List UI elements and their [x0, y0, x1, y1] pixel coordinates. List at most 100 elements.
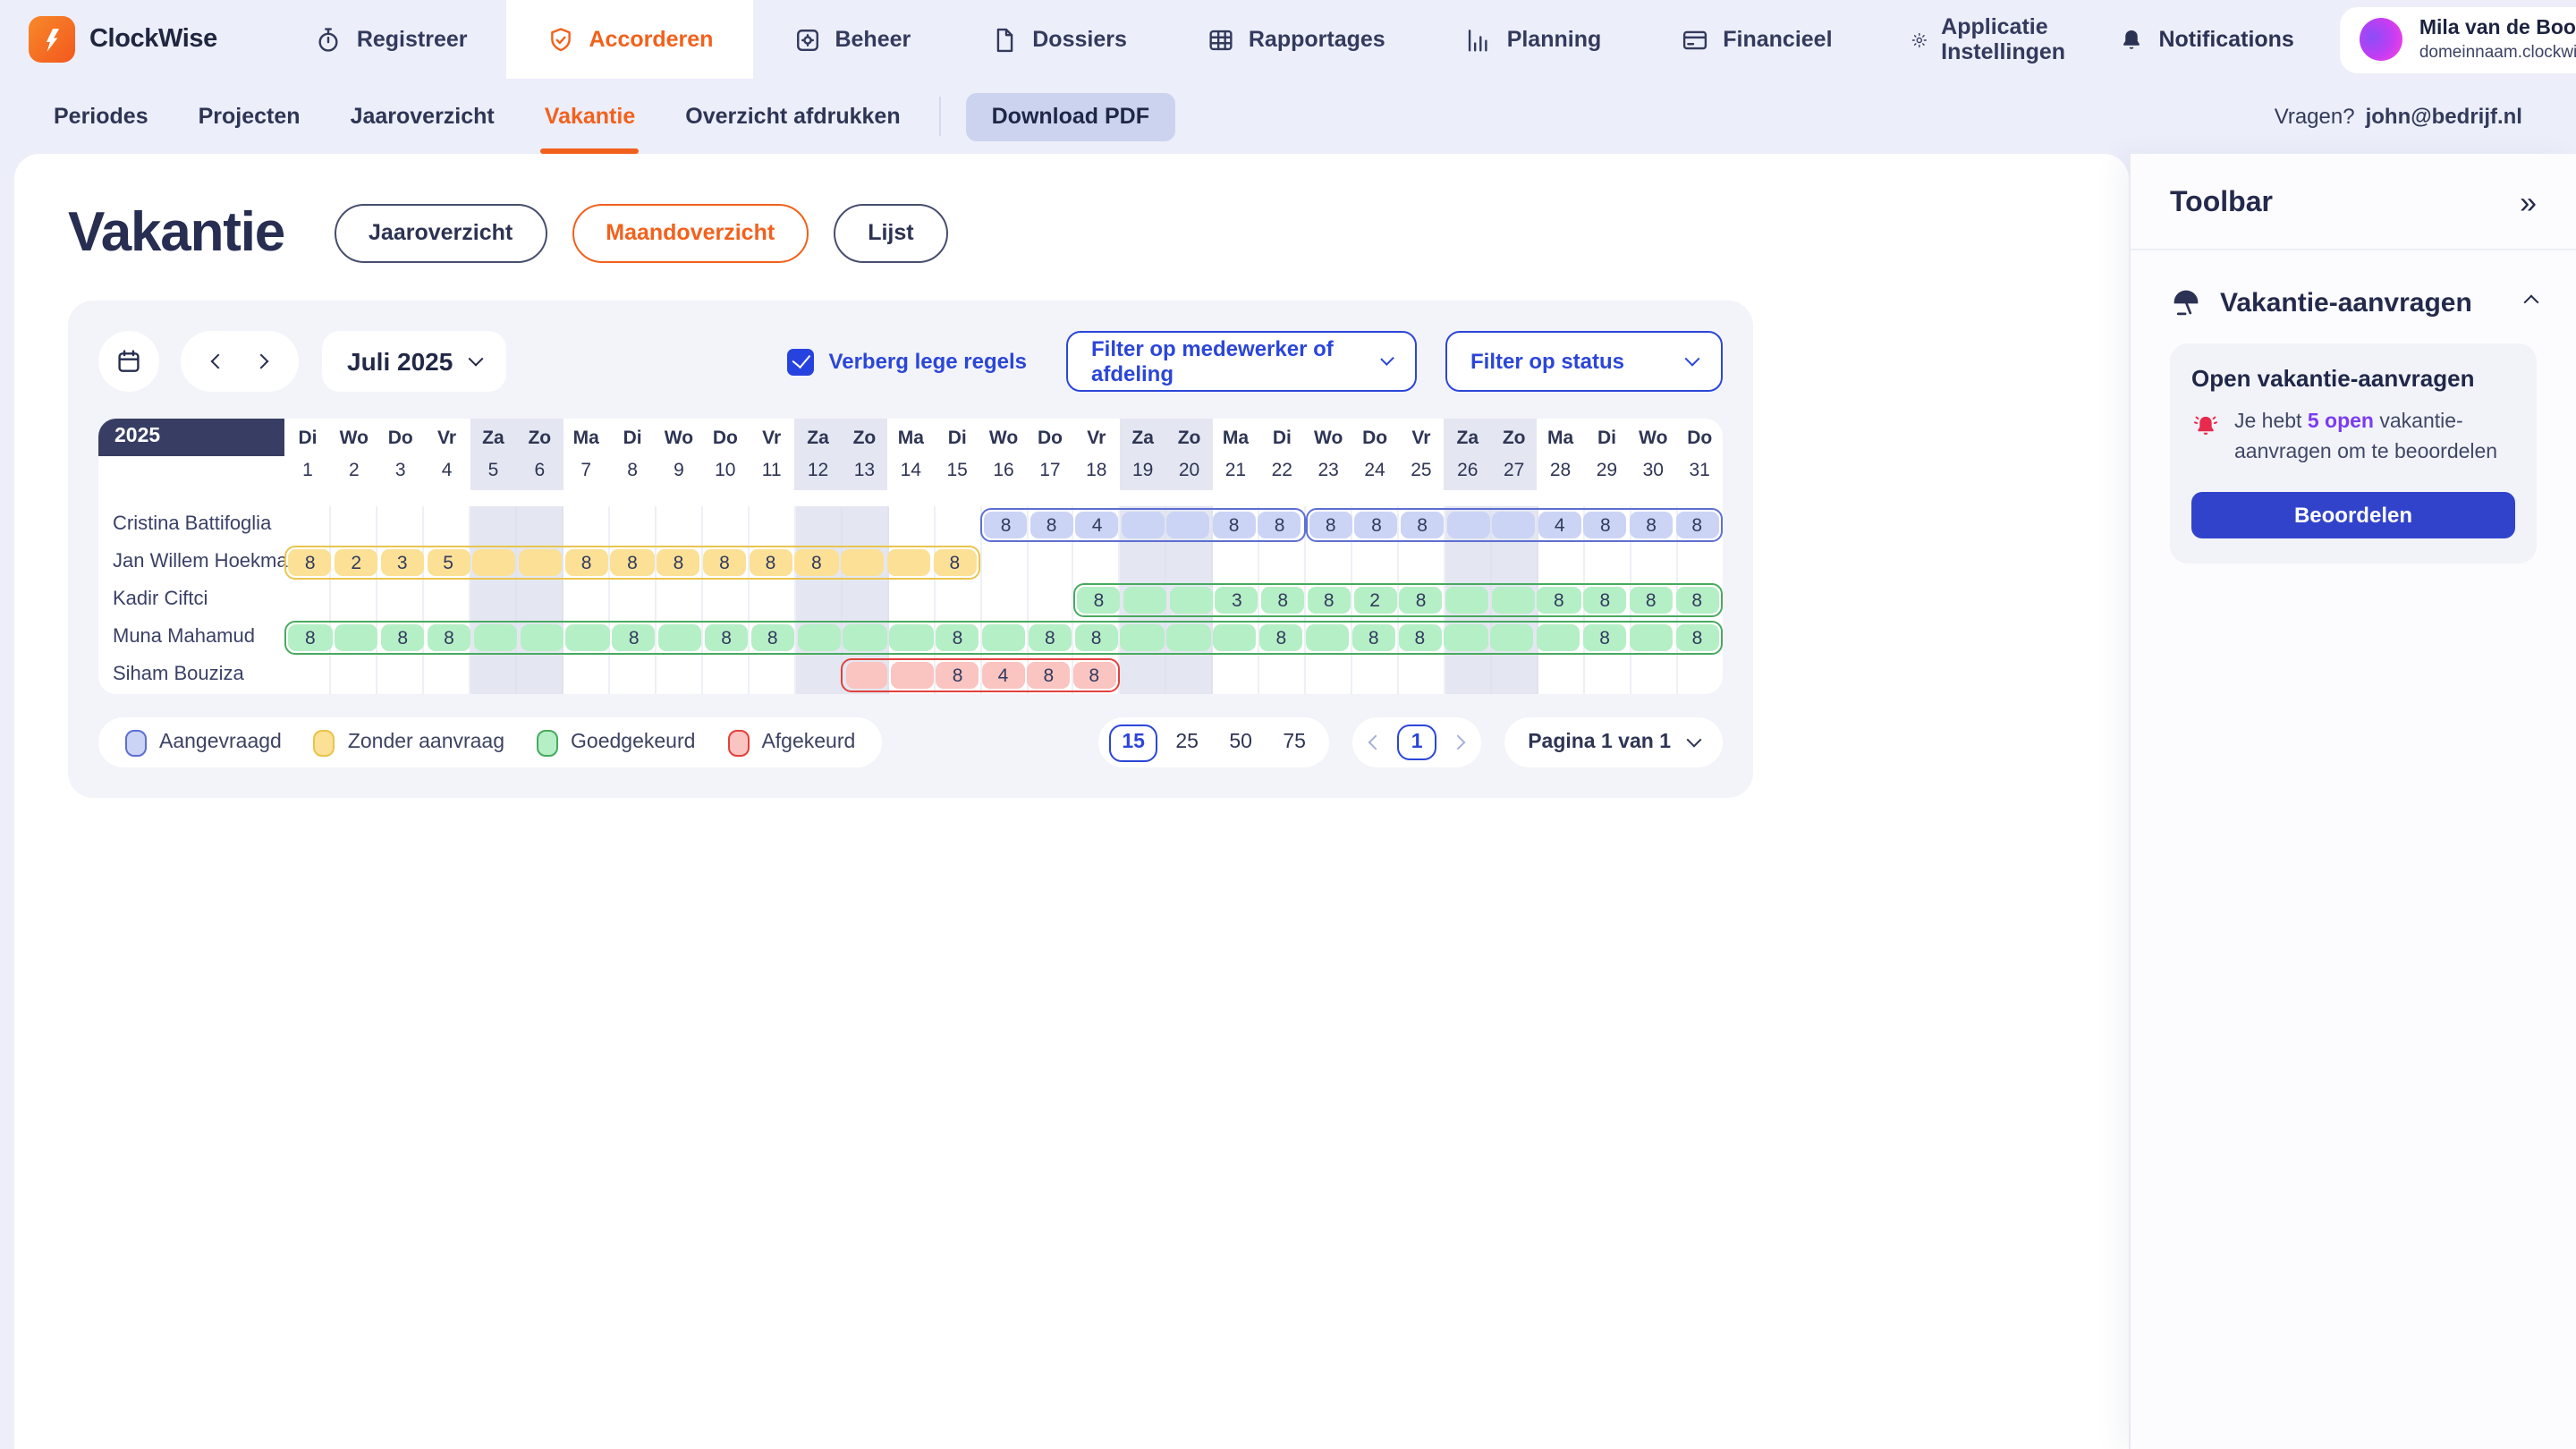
vacation-day-cell[interactable]: 2 — [1353, 588, 1396, 614]
vacation-day-cell[interactable] — [1446, 513, 1489, 538]
vacation-day-cell[interactable]: 8 — [1261, 588, 1304, 614]
nav-item-beheer[interactable]: Beheer — [752, 0, 950, 79]
vacation-day-cell[interactable]: 8 — [1583, 588, 1626, 614]
vacation-day-cell[interactable]: 8 — [749, 550, 792, 576]
vacation-day-cell[interactable] — [845, 663, 888, 689]
vacation-day-cell[interactable]: 8 — [1077, 588, 1120, 614]
vacation-day-cell[interactable] — [1122, 513, 1165, 538]
vacation-day-cell[interactable]: 8 — [705, 625, 749, 651]
page-size-50[interactable]: 50 — [1216, 724, 1265, 761]
vacation-day-cell[interactable]: 8 — [1399, 588, 1442, 614]
nav-item-registreer[interactable]: Registreer — [275, 0, 507, 79]
download-pdf-button[interactable]: Download PDF — [967, 92, 1174, 140]
vacation-day-cell[interactable]: 3 — [381, 550, 424, 576]
prev-page-button[interactable] — [1368, 735, 1384, 750]
vacation-day-cell[interactable]: 8 — [1630, 513, 1673, 538]
vacation-day-cell[interactable]: 5 — [427, 550, 470, 576]
vacation-day-cell[interactable]: 8 — [1401, 513, 1444, 538]
nav-item-accorderen[interactable]: Accorderen — [507, 0, 753, 79]
nav-item-financieel[interactable]: Financieel — [1640, 0, 1871, 79]
vacation-day-cell[interactable]: 8 — [611, 550, 654, 576]
page-indicator-select[interactable]: Pagina 1 van 1 — [1504, 717, 1723, 767]
vacation-day-cell[interactable]: 8 — [1675, 625, 1719, 651]
vacation-day-cell[interactable]: 8 — [1029, 625, 1072, 651]
vacation-day-cell[interactable]: 8 — [1213, 513, 1256, 538]
vacation-day-cell[interactable]: 8 — [1675, 588, 1718, 614]
vacation-day-cell[interactable] — [1167, 625, 1211, 651]
vacation-day-cell[interactable]: 8 — [1309, 513, 1352, 538]
vacation-day-cell[interactable]: 3 — [1216, 588, 1258, 614]
vacation-day-cell[interactable]: 8 — [1630, 588, 1673, 614]
vacation-day-cell[interactable] — [891, 663, 934, 689]
vacation-day-cell[interactable]: 8 — [936, 625, 979, 651]
vacation-day-cell[interactable] — [1306, 625, 1350, 651]
vacation-day-cell[interactable]: 8 — [1259, 625, 1303, 651]
vacation-day-cell[interactable]: 8 — [1072, 663, 1115, 689]
vacation-day-cell[interactable]: 8 — [289, 550, 332, 576]
vacation-day-cell[interactable]: 8 — [1583, 625, 1627, 651]
vacation-day-cell[interactable]: 8 — [1030, 513, 1073, 538]
vacation-day-cell[interactable]: 8 — [985, 513, 1028, 538]
vacation-requests-section-header[interactable]: Vakantie-aanvragen — [2170, 286, 2537, 318]
vacation-day-cell[interactable] — [335, 625, 378, 651]
user-menu[interactable]: Mila van de Boom domeinnaam.clockwise.in… — [2341, 6, 2576, 72]
view-jaaroverzicht[interactable]: Jaaroverzicht — [335, 203, 547, 262]
vacation-day-cell[interactable]: 8 — [289, 625, 333, 651]
vacation-day-cell[interactable]: 4 — [1538, 513, 1581, 538]
vacation-day-cell[interactable]: 8 — [703, 550, 746, 576]
tab-projecten[interactable]: Projecten — [174, 79, 326, 154]
vacation-day-cell[interactable] — [1213, 625, 1257, 651]
vacation-day-cell[interactable]: 8 — [1355, 513, 1398, 538]
vacation-day-cell[interactable] — [1493, 513, 1536, 538]
vacation-day-cell[interactable]: 8 — [381, 625, 425, 651]
page-size-25[interactable]: 25 — [1163, 724, 1211, 761]
tab-jaaroverzicht[interactable]: Jaaroverzicht — [326, 79, 520, 154]
vacation-day-cell[interactable] — [1167, 513, 1210, 538]
vacation-day-cell[interactable]: 8 — [1352, 625, 1395, 651]
calendar-picker-button[interactable] — [98, 331, 159, 392]
vacation-day-cell[interactable] — [890, 625, 934, 651]
month-select[interactable]: Juli 2025 — [322, 331, 506, 392]
current-page[interactable]: 1 — [1397, 724, 1436, 760]
vacation-day-cell[interactable] — [1445, 588, 1488, 614]
tab-periodes[interactable]: Periodes — [29, 79, 174, 154]
vacation-day-cell[interactable]: 4 — [982, 663, 1025, 689]
vacation-day-cell[interactable]: 8 — [1538, 588, 1580, 614]
vacation-day-cell[interactable] — [843, 625, 887, 651]
vacation-day-cell[interactable] — [520, 625, 564, 651]
page-size-75[interactable]: 75 — [1270, 724, 1318, 761]
vacation-day-cell[interactable] — [519, 550, 562, 576]
vacation-day-cell[interactable]: 8 — [795, 550, 838, 576]
next-month-button[interactable] — [254, 354, 269, 369]
vacation-day-cell[interactable]: 8 — [1028, 663, 1071, 689]
notifications-button[interactable]: Notifications — [2117, 26, 2293, 53]
vacation-day-cell[interactable]: 8 — [1258, 513, 1301, 538]
vacation-day-cell[interactable]: 8 — [933, 550, 976, 576]
vacation-day-cell[interactable]: 8 — [936, 663, 979, 689]
vacation-day-cell[interactable] — [1169, 588, 1212, 614]
vacation-day-cell[interactable] — [1490, 625, 1534, 651]
collapse-sidebar-button[interactable]: » — [2520, 186, 2537, 222]
vacation-day-cell[interactable] — [982, 625, 1026, 651]
hide-empty-rows-checkbox[interactable]: Verberg lege regels — [788, 348, 1027, 375]
vacation-day-cell[interactable] — [1121, 625, 1165, 651]
vacation-day-cell[interactable] — [566, 625, 610, 651]
filter-status-select[interactable]: Filter op status — [1445, 331, 1723, 392]
brand[interactable]: ClockWise — [0, 0, 242, 79]
nav-item-rapportages[interactable]: Rapportages — [1166, 0, 1425, 79]
tab-overzicht-afdrukken[interactable]: Overzicht afdrukken — [660, 79, 925, 154]
questions-email[interactable]: john@bedrijf.nl — [2366, 104, 2522, 129]
vacation-day-cell[interactable]: 8 — [1074, 625, 1118, 651]
filter-employee-select[interactable]: Filter op medewerker of afdeling — [1066, 331, 1417, 392]
view-maandoverzicht[interactable]: Maandoverzicht — [572, 203, 809, 262]
vacation-day-cell[interactable]: 8 — [612, 625, 656, 651]
next-page-button[interactable] — [1451, 735, 1466, 750]
vacation-day-cell[interactable] — [1491, 588, 1534, 614]
vacation-day-cell[interactable] — [473, 625, 517, 651]
vacation-day-cell[interactable]: 8 — [428, 625, 471, 651]
vacation-day-cell[interactable] — [658, 625, 702, 651]
vacation-day-cell[interactable]: 8 — [1584, 513, 1627, 538]
prev-month-button[interactable] — [211, 354, 226, 369]
vacation-day-cell[interactable]: 2 — [335, 550, 377, 576]
vacation-day-cell[interactable]: 8 — [1675, 513, 1718, 538]
